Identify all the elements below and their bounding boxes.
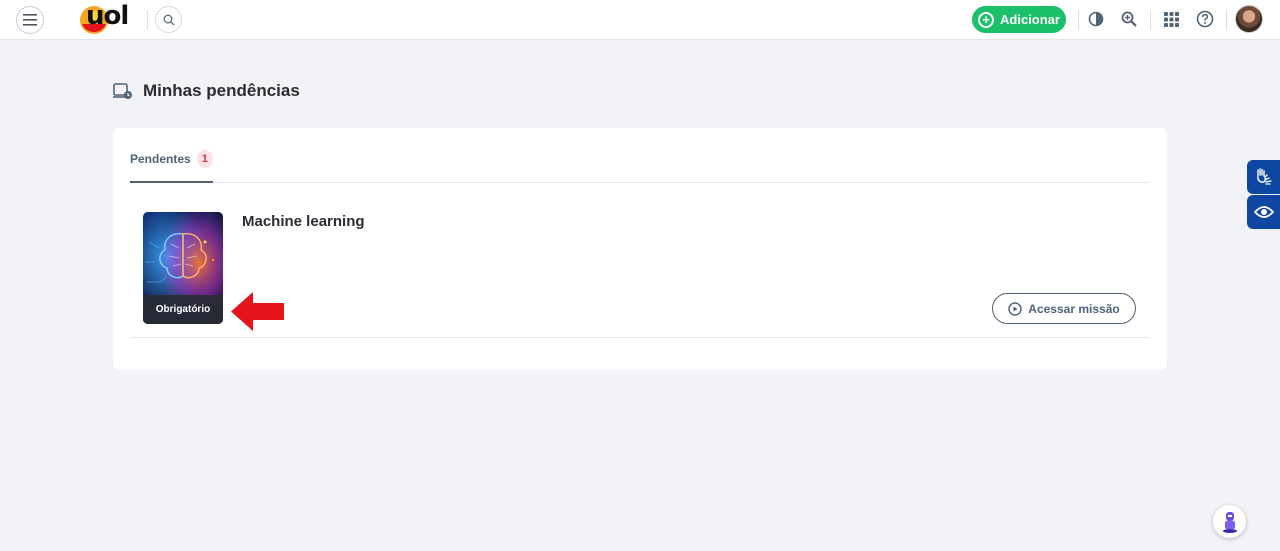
apps-grid-icon — [1163, 11, 1179, 27]
help-button[interactable] — [1195, 9, 1215, 29]
pending-tasks-icon — [113, 83, 132, 99]
access-mission-button[interactable]: Acessar missão — [992, 293, 1136, 324]
divider — [1150, 10, 1151, 30]
tab-label: Pendentes — [130, 152, 191, 166]
contrast-icon — [1088, 11, 1104, 27]
sign-language-hands-icon — [1256, 168, 1272, 185]
search-button[interactable] — [155, 6, 182, 33]
mission-thumbnail[interactable]: Obrigatório — [143, 212, 223, 324]
user-avatar[interactable] — [1235, 5, 1263, 33]
menu-button[interactable] — [16, 6, 44, 34]
sign-language-button[interactable] — [1247, 160, 1280, 194]
page-title: Minhas pendências — [143, 81, 300, 100]
apps-button[interactable] — [1161, 9, 1181, 29]
logo-text: uol — [86, 1, 129, 31]
divider — [147, 10, 148, 30]
zoom-button[interactable] — [1119, 9, 1139, 29]
tab-pendentes[interactable]: Pendentes 1 — [130, 146, 213, 183]
contrast-button[interactable] — [1086, 9, 1106, 29]
red-arrow-icon — [231, 292, 284, 331]
play-circle-icon — [1008, 301, 1022, 316]
help-icon — [1196, 10, 1214, 28]
access-mission-label: Acessar missão — [1028, 301, 1120, 316]
plus-circle-icon: + — [978, 11, 994, 28]
add-button-label: Adicionar — [1000, 12, 1060, 27]
pending-card: Pendentes 1 Obrigatório Machine learning… — [113, 128, 1167, 370]
visual-accessibility-button[interactable] — [1247, 195, 1280, 229]
add-button[interactable]: + Adicionar — [972, 6, 1066, 33]
assistant-button[interactable] — [1213, 505, 1246, 538]
menu-icon — [23, 14, 37, 26]
search-icon — [163, 14, 174, 25]
page-header: Minhas pendências — [113, 81, 300, 101]
eye-icon — [1253, 206, 1274, 218]
robot-assistant-icon — [1222, 511, 1237, 533]
mission-title[interactable]: Machine learning — [242, 213, 365, 230]
required-tag: Obrigatório — [143, 295, 223, 324]
tab-bar: Pendentes 1 — [130, 146, 1150, 183]
top-bar: uol + Adicionar — [0, 0, 1280, 40]
zoom-in-icon — [1121, 11, 1137, 27]
divider — [1226, 10, 1227, 30]
count-badge: 1 — [196, 150, 213, 168]
accessibility-widgets — [1247, 160, 1280, 229]
divider — [1078, 10, 1079, 30]
